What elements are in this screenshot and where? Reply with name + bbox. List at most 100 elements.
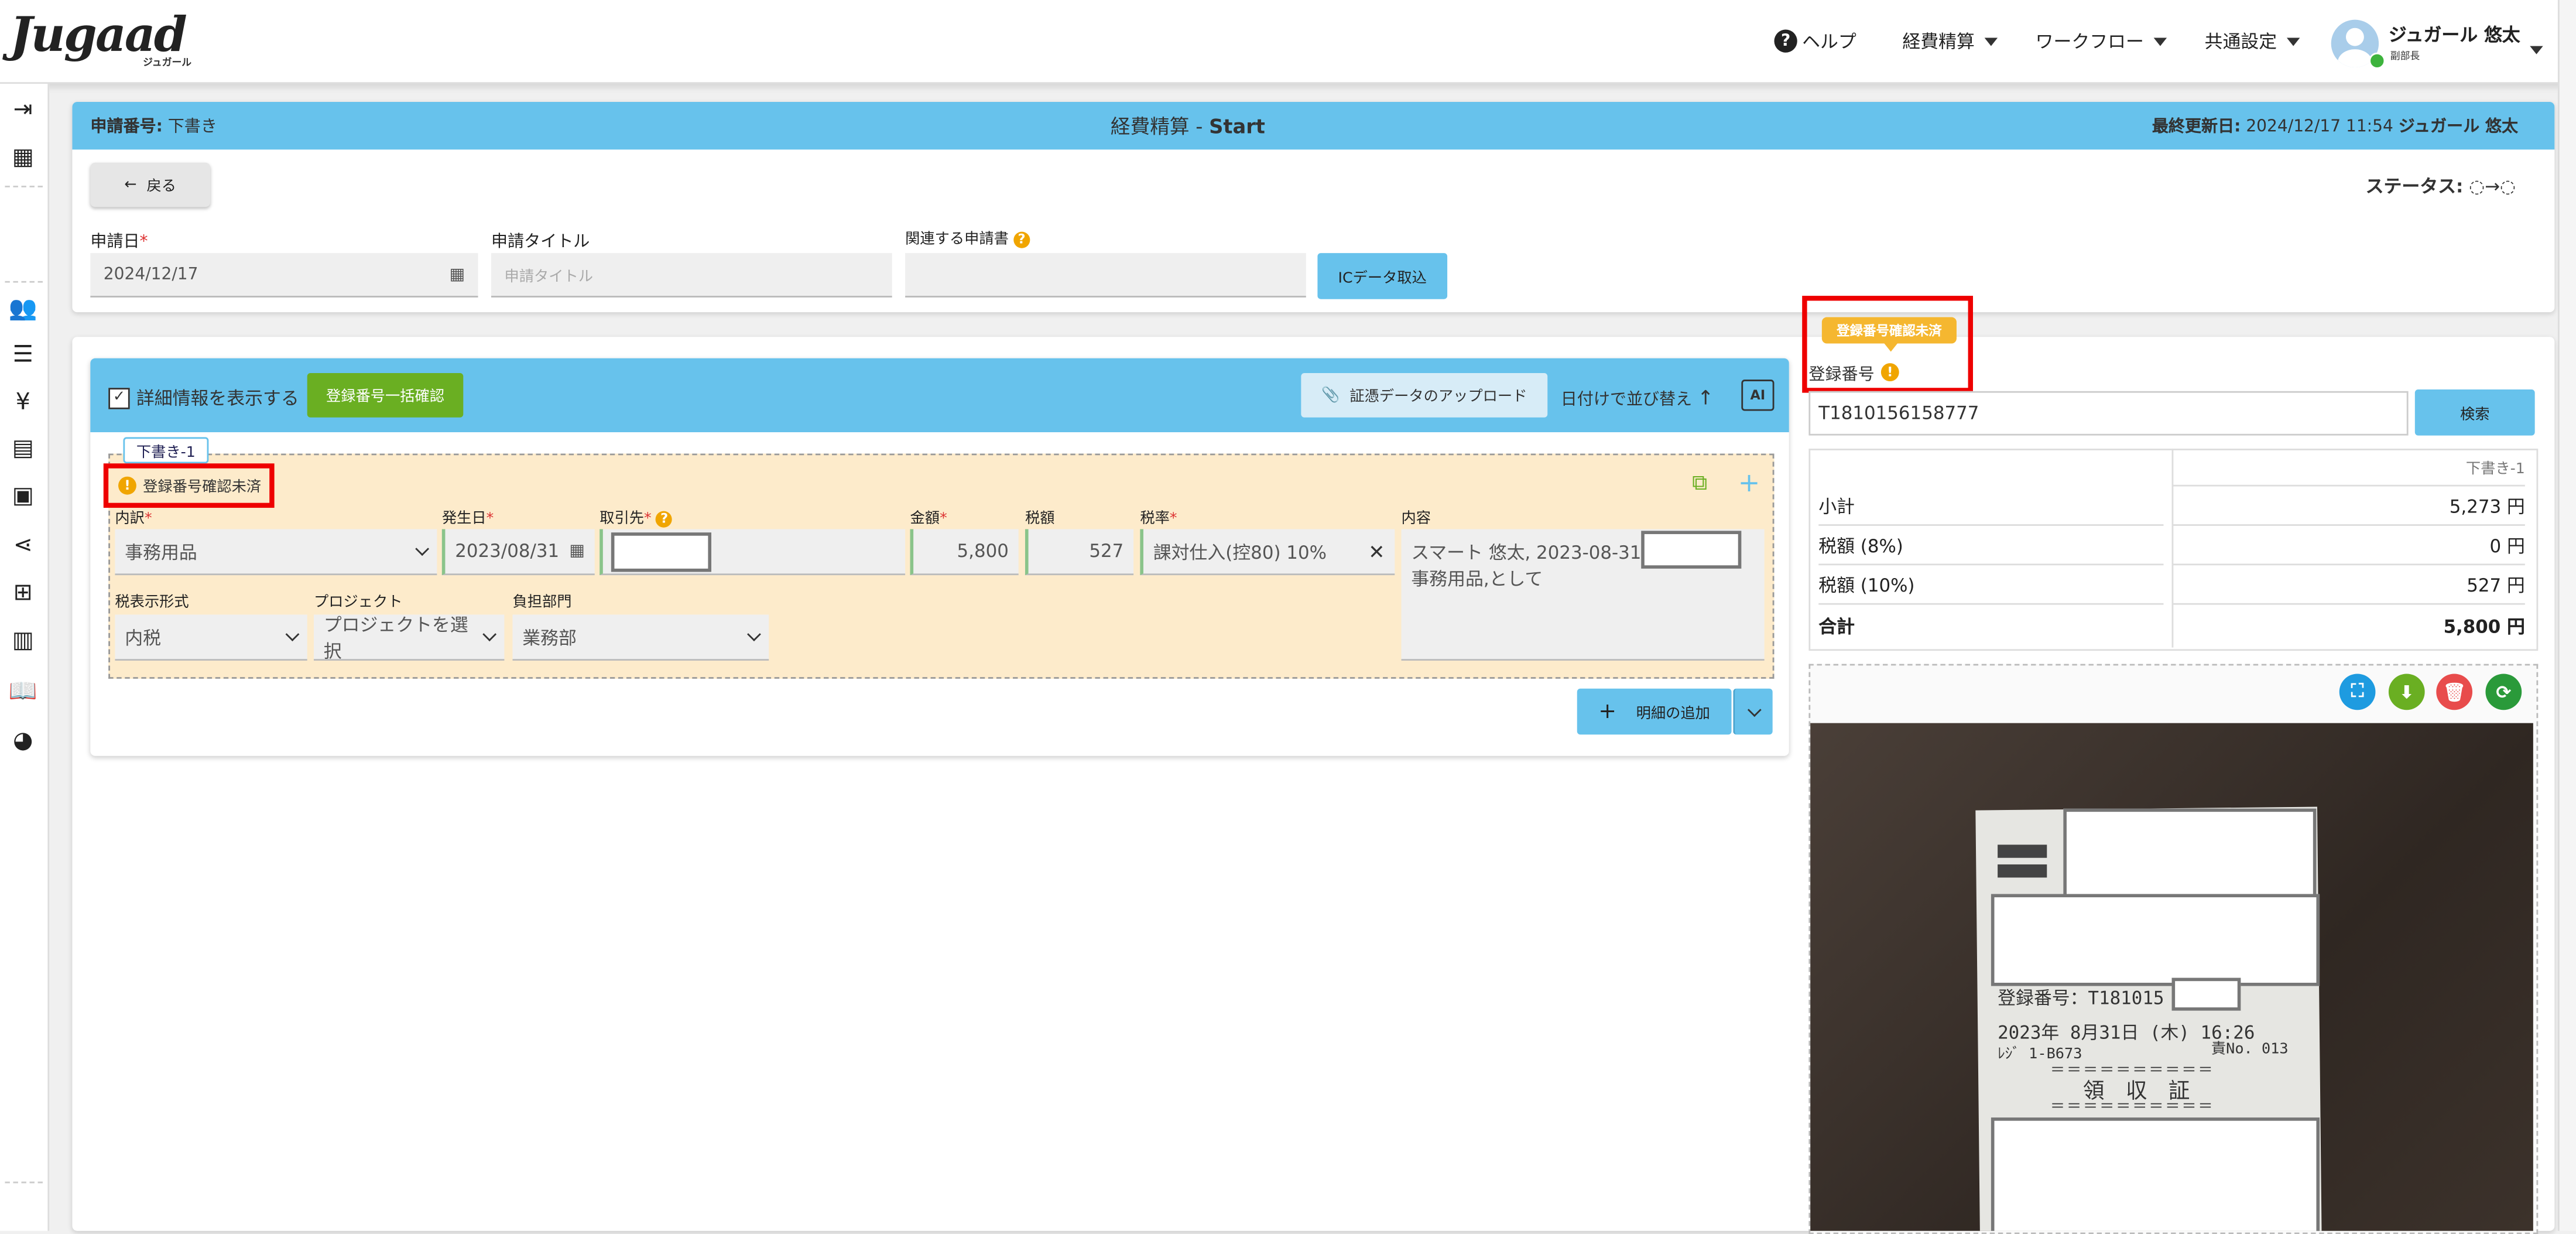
bulk-confirm-button[interactable]: 登録番号一括確認 [307,372,464,418]
last-updated: 最終更新日: 2024/12/17 11:54 ジュガール 悠太 [2152,118,2519,136]
nav-settings-label: 共通設定 [2204,31,2277,53]
receipt-registration-line: 登録番号：T181015 [1998,987,2164,1009]
receipt-icon[interactable]: ▣ [8,481,38,511]
calendar-icon[interactable]: ▦ [450,265,465,283]
user-menu-caret-icon[interactable] [2530,46,2543,54]
unconfirmed-tooltip: 登録番号確認未済 [1821,317,1957,344]
tax8-label: 税額 (8%) [1818,526,2164,566]
building-icon[interactable]: ▦ [8,143,38,173]
tax-label: 税額 [1025,511,1055,528]
paperclip-icon: 📎 [1321,387,1340,404]
add-detail-button[interactable]: + 明細の追加 [1577,688,1732,735]
vendor-redacted-box [611,532,711,572]
list-icon[interactable]: ☰ [8,340,38,370]
fullscreen-icon[interactable]: ⛶ [2339,674,2376,710]
page-scrollbar[interactable] [2557,0,2576,1231]
tax-rate-select[interactable]: 課対仕入(控80) 10% ✕ [1140,529,1395,576]
support-icon[interactable]: ◕ [8,726,38,756]
share-icon[interactable]: ⋖ [8,531,38,560]
related-application-input[interactable] [905,253,1306,298]
show-detail-toggle[interactable]: ✓ 詳細情報を表示する [108,385,299,411]
user-name[interactable]: ジュガール 悠太 [2389,21,2520,47]
users-icon[interactable]: 👥 [8,294,38,324]
receipt-redacted-box [1991,1117,2320,1231]
vendor-label: 取引先* ? [600,506,673,528]
project-select[interactable]: プロジェクトを選択 [313,614,505,661]
trash-icon[interactable]: 🗑 [2436,674,2473,710]
receipt-separator: ＝＝＝＝＝＝＝＝＝＝ [2050,1099,2215,1116]
help-question-icon: ? [656,510,673,527]
occurrence-date-input[interactable]: 2023/08/31 ▦ [441,529,595,576]
content-label: 内容 [1401,511,1431,528]
nav-expense[interactable]: 経費精算 [1902,28,1998,54]
chevron-down-icon [747,627,761,642]
application-number: 申請番号: 下書き [90,118,217,136]
ai-button[interactable]: AI [1741,380,1775,411]
draft-tab[interactable]: 下書き-1 [123,437,209,464]
clear-icon[interactable]: ✕ [1368,540,1385,563]
tax10-value: 527 円 [2171,565,2525,605]
amount-input[interactable]: 5,800 [910,529,1019,576]
back-button[interactable]: ← 戻る [90,162,211,207]
show-detail-label: 詳細情報を表示する [136,388,299,409]
receipt-number-line: 責No. 013 [2211,1042,2289,1059]
status-indicator: ステータス: ◌→◌ [2365,176,2516,197]
add-detail-dropdown[interactable] [1733,688,1773,735]
online-status-icon [2369,52,2386,69]
content-redacted-box [1641,531,1742,569]
arrow-up-icon: ↑ [1697,386,1714,409]
breakdown-select[interactable]: 事務用品 [115,529,437,576]
help-link[interactable]: ? ヘルプ [1774,28,1856,54]
related-application-label: 関連する申請書 ? [905,227,1030,248]
total-label: 合計 [1818,616,1855,638]
application-title-input[interactable]: 申請タイトル [491,253,892,298]
ic-data-import-button[interactable]: ICデータ取込 [1317,253,1448,299]
sidebar-collapse-icon[interactable]: ⇥ [8,95,38,125]
upload-evidence-button[interactable]: 📎 証憑データのアップロード [1301,372,1548,418]
chevron-down-icon [1746,702,1761,716]
tax10-label: 税額 (10%) [1818,565,2164,605]
copy-icon[interactable]: ⧉ [1692,471,1707,496]
department-select[interactable]: 業務部 [512,614,769,661]
search-button[interactable]: 検索 [2414,389,2535,436]
library-icon[interactable]: ▥ [8,626,38,656]
tax-input[interactable]: 527 [1025,529,1134,576]
book-icon[interactable]: 📖 [8,677,38,707]
chevron-down-icon [285,627,300,642]
project-label: プロジェクト [313,594,403,611]
nav-workflow[interactable]: ワークフロー [2036,28,2167,54]
breakdown-label: 内訳* [115,511,152,528]
document-icon[interactable]: ▤ [8,434,38,464]
application-date-input[interactable]: 2024/12/17 ▦ [90,253,478,298]
tax-display-select[interactable]: 内税 [115,614,307,661]
refresh-icon[interactable]: ⟳ [2485,674,2522,710]
help-icon: ? [1774,29,1797,53]
user-role: 副部長 [2390,50,2420,63]
chevron-down-icon [482,627,497,641]
status-flow-icon: ◌→◌ [2463,176,2516,197]
plus-icon: + [1598,699,1616,724]
left-sidebar: ⇥ ▦ 👥 ☰ ¥ ▤ ▣ ⋖ ⊞ ▥ 📖 ◕ [0,84,50,1231]
application-title-label: 申請タイトル [491,233,590,252]
tooltip-arrow-icon [1884,343,1897,352]
app-logo-subtitle: ジュガール [143,57,192,69]
unconfirmed-warning: ! 登録番号確認未済 [103,463,275,508]
download-icon[interactable]: ⬇ [2388,674,2425,710]
avatar-head-icon [2345,28,2364,46]
caret-down-icon [2286,37,2300,46]
table-icon[interactable]: ⊞ [8,579,38,609]
nav-settings[interactable]: 共通設定 [2205,28,2300,54]
summary-column-header: 下書き-1 [2171,449,2525,487]
registration-number-label: 登録番号! [1808,360,1899,385]
registration-number-input[interactable]: T1810156158777 [1808,391,2409,436]
arrow-left-icon: ← [124,176,137,193]
checkbox-checked-icon[interactable]: ✓ [108,387,130,409]
total-value: 5,800 円 [2443,616,2525,638]
amount-label: 金額* [910,511,947,528]
nav-expense-label: 経費精算 [1902,31,1975,53]
sort-by-date-button[interactable]: 日付けで並び替え ↑ [1561,385,1714,409]
receipt-redacted-box [2171,977,2241,1011]
yen-icon[interactable]: ¥ [8,388,38,418]
help-question-icon: ? [1013,231,1030,248]
add-icon[interactable]: + [1738,467,1760,498]
